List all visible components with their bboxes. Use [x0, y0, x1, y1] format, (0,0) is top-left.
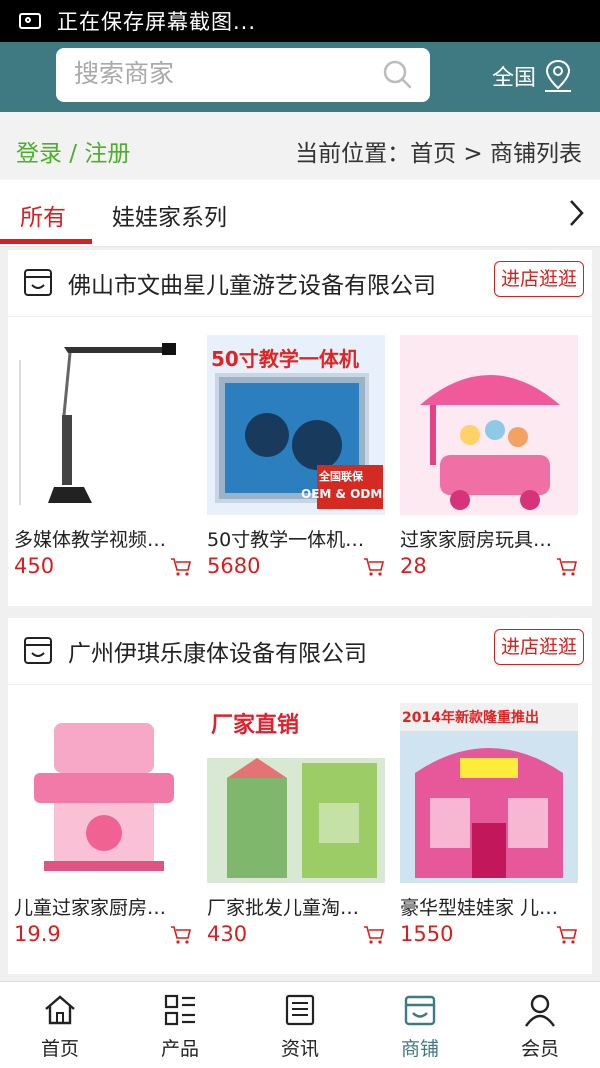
- status-text: 正在保存屏幕截图...: [57, 10, 257, 34]
- tabbar-label: 产品: [160, 1038, 199, 1060]
- product-title: 50寸教学一体机…: [207, 529, 365, 551]
- tab-doll-house-series[interactable]: 娃娃家系列: [112, 198, 227, 232]
- product-item[interactable]: 过家家厨房玩具… 28: [400, 335, 580, 578]
- product-price: 450: [14, 554, 55, 578]
- search-input[interactable]: [72, 58, 376, 89]
- cart-icon[interactable]: [556, 556, 578, 578]
- product-item[interactable]: 50寸教学一体机 全国联保 OEM & ODM 50寸教学一体机… 5680: [207, 335, 387, 578]
- product-badge-sub: OEM & ODM: [301, 487, 383, 501]
- product-item[interactable]: 儿童过家家厨房… 19.9: [14, 703, 194, 946]
- shop-header: 佛山市文曲星儿童游艺设备有限公司 进店逛逛: [8, 250, 592, 317]
- product-image[interactable]: [14, 335, 192, 515]
- shop-card: 佛山市文曲星儿童游艺设备有限公司 进店逛逛 多媒体教学视频… 450 50寸教学…: [8, 250, 592, 606]
- product-price: 28: [400, 554, 427, 578]
- region-selector[interactable]: 全国: [492, 56, 574, 96]
- product-image[interactable]: 50寸教学一体机 全国联保 OEM & ODM: [207, 335, 385, 515]
- product-banner: 2014年新款隆重推出: [402, 710, 539, 726]
- bottom-tab-bar: 首页 产品 资讯 商铺 会员: [0, 981, 600, 1068]
- shop-name[interactable]: 佛山市文曲星儿童游艺设备有限公司: [68, 266, 436, 300]
- product-image[interactable]: [14, 703, 192, 883]
- tabbar-label: 商铺: [400, 1038, 439, 1060]
- grid-list-icon: [164, 994, 195, 1026]
- news-icon: [285, 994, 315, 1026]
- screenshot-icon: [19, 13, 41, 29]
- product-image[interactable]: 2014年新款隆重推出: [400, 703, 578, 883]
- tabbar-label: 首页: [40, 1038, 79, 1060]
- product-title: 过家家厨房玩具…: [400, 529, 553, 551]
- product-banner: 50寸教学一体机: [211, 347, 359, 371]
- product-title: 厂家批发儿童淘…: [207, 897, 360, 919]
- tabbar-member[interactable]: 会员: [480, 992, 600, 1061]
- region-label: 全国: [492, 66, 537, 91]
- tabbar-news[interactable]: 资讯: [240, 992, 360, 1061]
- status-bar: 正在保存屏幕截图...: [0, 0, 600, 42]
- store-icon: [24, 269, 52, 296]
- breadcrumb-bar: 登录 / 注册 当前位置：首页 > 商铺列表: [0, 112, 600, 180]
- product-price: 1550: [400, 922, 454, 946]
- search-box[interactable]: [56, 48, 430, 102]
- breadcrumb: 当前位置：首页 > 商铺列表: [295, 141, 582, 167]
- search-icon[interactable]: [382, 59, 412, 89]
- cart-icon[interactable]: [556, 924, 578, 946]
- product-price: 5680: [207, 554, 261, 578]
- enter-shop-button[interactable]: 进店逛逛: [493, 261, 584, 297]
- active-tab-indicator: [0, 239, 92, 244]
- product-price: 19.9: [14, 922, 61, 946]
- product-title: 多媒体教学视频…: [14, 529, 167, 551]
- tab-all[interactable]: 所有: [20, 198, 66, 232]
- cart-icon[interactable]: [363, 924, 385, 946]
- product-title: 儿童过家家厨房…: [14, 897, 167, 919]
- product-image[interactable]: 厂家直销: [207, 703, 385, 883]
- product-row: 儿童过家家厨房… 19.9 厂家直销 厂家批发儿童淘… 430 2014年新款隆…: [8, 685, 592, 975]
- tabbar-home[interactable]: 首页: [0, 992, 120, 1061]
- store-icon: [24, 637, 52, 664]
- login-register-link[interactable]: 登录 / 注册: [16, 134, 130, 168]
- tabbar-label: 会员: [520, 1038, 559, 1060]
- store-icon: [404, 995, 436, 1026]
- product-price: 430: [207, 922, 248, 946]
- shop-name[interactable]: 广州伊琪乐康体设备有限公司: [68, 634, 367, 668]
- category-tabs: 所有 娃娃家系列: [0, 180, 600, 247]
- cart-icon[interactable]: [363, 556, 385, 578]
- product-row: 多媒体教学视频… 450 50寸教学一体机 全国联保 OEM & ODM 50寸…: [8, 317, 592, 607]
- home-icon: [45, 995, 75, 1025]
- location-pin-icon: [545, 59, 572, 92]
- product-title: 豪华型娃娃家 儿…: [400, 897, 559, 919]
- enter-shop-button[interactable]: 进店逛逛: [493, 629, 584, 665]
- tabbar-products[interactable]: 产品: [120, 992, 240, 1061]
- product-item[interactable]: 厂家直销 厂家批发儿童淘… 430: [207, 703, 387, 946]
- product-banner: 厂家直销: [211, 713, 300, 738]
- tabbar-shops[interactable]: 商铺: [360, 992, 480, 1061]
- product-item[interactable]: 多媒体教学视频… 450: [14, 335, 194, 578]
- shop-header: 广州伊琪乐康体设备有限公司 进店逛逛: [8, 618, 592, 685]
- product-image[interactable]: [400, 335, 578, 515]
- product-item[interactable]: 2014年新款隆重推出 豪华型娃娃家 儿… 1550: [400, 703, 580, 946]
- user-icon: [525, 994, 555, 1027]
- shop-card: 广州伊琪乐康体设备有限公司 进店逛逛 儿童过家家厨房… 19.9 厂家直销 厂家…: [8, 618, 592, 974]
- chevron-right-icon[interactable]: [566, 198, 586, 228]
- cart-icon[interactable]: [170, 556, 192, 578]
- tabbar-label: 资讯: [280, 1038, 319, 1060]
- cart-icon[interactable]: [170, 924, 192, 946]
- product-badge: 全国联保: [319, 470, 363, 483]
- search-header: 全国: [0, 42, 600, 112]
